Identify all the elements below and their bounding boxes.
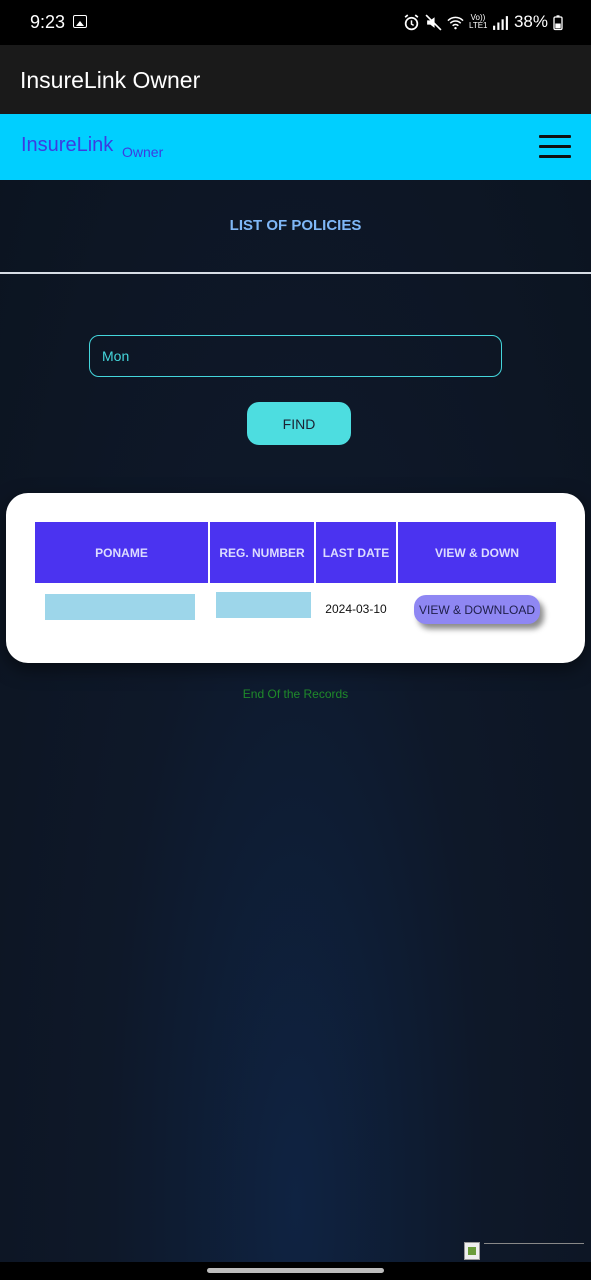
broken-image-icon xyxy=(464,1242,584,1262)
web-content: InsureLink Owner LIST OF POLICIES FIND P… xyxy=(0,114,591,1262)
wifi-icon xyxy=(447,16,464,29)
hamburger-menu-icon[interactable] xyxy=(539,134,571,160)
brand-logo[interactable]: InsureLink xyxy=(21,134,113,157)
search-input[interactable] xyxy=(89,335,502,377)
status-icons: Vo)) LTE1 38% xyxy=(403,11,563,33)
network-label: Vo)) LTE1 xyxy=(468,13,488,30)
column-header-view-download: VIEW & DOWN xyxy=(398,522,556,583)
site-navbar: InsureLink Owner xyxy=(0,114,591,180)
page-title: LIST OF POLICIES xyxy=(229,217,362,234)
battery-icon xyxy=(553,14,563,30)
find-button[interactable]: FIND xyxy=(247,402,351,445)
brand-subtitle: Owner xyxy=(122,144,164,160)
mute-icon xyxy=(425,13,442,31)
home-gesture-handle[interactable] xyxy=(207,1268,384,1273)
image-icon xyxy=(73,15,87,28)
column-header-last-date: LAST DATE xyxy=(316,522,396,583)
app-title: InsureLink Owner xyxy=(20,67,201,93)
status-time: 9:23 xyxy=(30,12,66,32)
system-nav-bar xyxy=(0,1262,591,1280)
view-download-button[interactable]: VIEW & DOWNLOAD xyxy=(414,595,540,624)
end-of-records-text: End Of the Records xyxy=(242,687,349,701)
battery-percent: 38% xyxy=(513,12,548,31)
divider xyxy=(0,272,591,274)
cell-reg-number-redacted xyxy=(216,592,311,618)
signal-icon xyxy=(493,15,508,30)
status-bar: 9:23 Vo)) LTE1 38% xyxy=(0,0,591,45)
alarm-icon xyxy=(404,13,419,30)
column-header-reg-number: REG. NUMBER xyxy=(210,522,314,583)
policies-table-card: PONAME REG. NUMBER LAST DATE VIEW & DOWN… xyxy=(6,493,585,663)
app-bar: InsureLink Owner xyxy=(0,45,591,114)
cell-last-date: 2024-03-10 xyxy=(325,602,387,616)
cell-poname-redacted xyxy=(45,594,195,620)
column-header-poname: PONAME xyxy=(35,522,208,583)
